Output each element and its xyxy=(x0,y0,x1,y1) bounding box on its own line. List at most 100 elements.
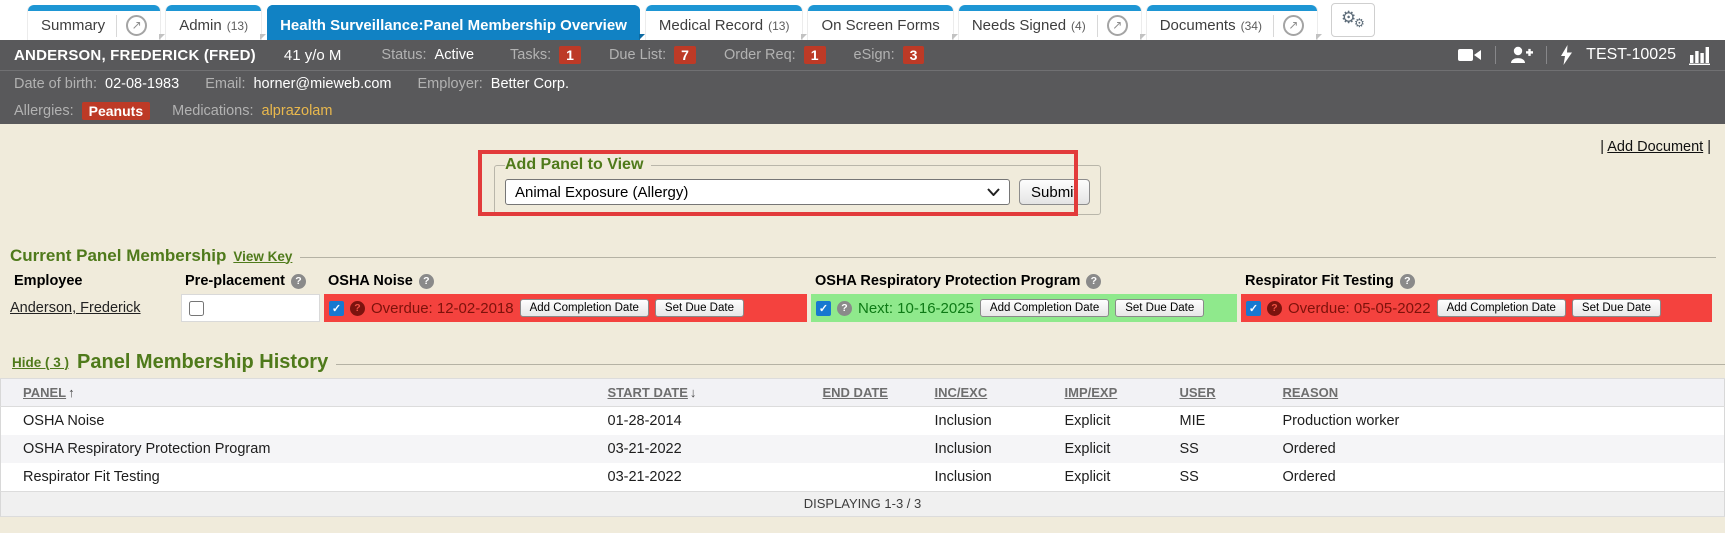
video-call-icon[interactable] xyxy=(1458,47,1482,63)
tab-health-surveillance[interactable]: Health Surveillance:Panel Membership Ove… xyxy=(267,5,640,40)
panel-member-checkbox[interactable]: ✓ xyxy=(816,301,831,316)
tab-divider xyxy=(116,15,117,37)
sort-reason-header[interactable]: REASON xyxy=(1283,385,1339,400)
cell-panel: Respirator Fit Testing xyxy=(1,463,586,491)
external-link-icon[interactable]: ↗ xyxy=(1283,15,1304,36)
cell-end-date xyxy=(801,435,913,463)
status-value: Active xyxy=(435,47,475,63)
sort-start-date-header[interactable]: START DATE xyxy=(608,385,688,400)
col-osha-respiratory: OSHA Respiratory Protection Program? xyxy=(811,269,1241,293)
osha-noise-cell: ✓ ? Overdue: 12-02-2018 Add Completion D… xyxy=(324,293,811,323)
sort-end-date-header[interactable]: END DATE xyxy=(823,385,888,400)
tab-documents[interactable]: Documents (34) ↗ xyxy=(1147,5,1317,40)
panel-select[interactable]: Animal Exposure (Allergy) xyxy=(505,179,1010,205)
preplacement-checkbox[interactable] xyxy=(189,301,204,316)
help-icon[interactable]: ? xyxy=(350,301,365,316)
add-completion-date-button[interactable]: Add Completion Date xyxy=(520,299,649,317)
help-icon[interactable]: ? xyxy=(1267,301,1282,316)
cell-reason: Ordered xyxy=(1261,435,1725,463)
tab-medical-record-label: Medical Record xyxy=(659,17,763,34)
set-due-date-button[interactable]: Set Due Date xyxy=(1115,299,1204,317)
employer-group: Employer: Better Corp. xyxy=(418,76,569,92)
cell-panel: OSHA Noise xyxy=(1,407,586,435)
help-icon[interactable]: ? xyxy=(291,274,306,289)
app-window: Summary ↗ Admin (13) Health Surveillance… xyxy=(0,0,1725,533)
add-completion-date-button[interactable]: Add Completion Date xyxy=(1437,299,1566,317)
history-title: Panel Membership History xyxy=(77,351,328,374)
hide-history-link[interactable]: Hide ( 3 ) xyxy=(12,355,69,370)
employee-row: Anderson, Frederick ✓ ? Overdue: 12-02-2… xyxy=(10,293,1716,323)
tab-summary-label: Summary xyxy=(41,17,105,34)
current-panel-heading: Current Panel Membership View Key xyxy=(10,246,1716,266)
heading-rule xyxy=(300,257,1716,258)
help-icon[interactable]: ? xyxy=(1400,274,1415,289)
current-panel-header-row: Employee Pre-placement? OSHA Noise? OSHA… xyxy=(10,269,1716,293)
sort-panel-header[interactable]: PANEL xyxy=(23,385,66,400)
view-key-link[interactable]: View Key xyxy=(233,249,292,264)
set-due-date-button[interactable]: Set Due Date xyxy=(1572,299,1661,317)
external-link-icon[interactable]: ↗ xyxy=(126,15,147,36)
col-osha-noise: OSHA Noise? xyxy=(324,269,811,293)
dob-group: Date of birth: 02-08-1983 xyxy=(14,76,179,92)
submit-button[interactable]: Submit xyxy=(1019,179,1090,205)
help-icon[interactable]: ? xyxy=(837,301,852,316)
allergies-label: Allergies: xyxy=(14,103,74,119)
sort-inc-exc-header[interactable]: INC/EXC xyxy=(935,385,988,400)
cell-reason: Ordered xyxy=(1261,463,1725,491)
pipe: | xyxy=(1600,139,1604,155)
sort-user-header[interactable]: USER xyxy=(1180,385,1216,400)
tab-needs-signed-count: (4) xyxy=(1071,19,1086,33)
tab-admin[interactable]: Admin (13) xyxy=(166,5,261,40)
tab-medical-record[interactable]: Medical Record (13) xyxy=(646,5,803,40)
patient-status: Status: Active xyxy=(381,47,474,63)
tab-on-screen-forms[interactable]: On Screen Forms xyxy=(808,5,952,40)
add-completion-date-button[interactable]: Add Completion Date xyxy=(980,299,1109,317)
tab-health-surveillance-label: Health Surveillance:Panel Membership Ove… xyxy=(280,17,627,34)
cell-start-date: 03-21-2022 xyxy=(586,463,801,491)
help-icon[interactable]: ? xyxy=(1086,274,1101,289)
help-icon[interactable]: ? xyxy=(419,274,434,289)
flowsheet-chart-icon[interactable] xyxy=(1689,46,1711,65)
panel-member-checkbox[interactable]: ✓ xyxy=(329,301,344,316)
order-req-count-badge[interactable]: 1 xyxy=(804,46,826,64)
email-value: horner@mieweb.com xyxy=(253,76,391,92)
tab-needs-signed[interactable]: Needs Signed (4) ↗ xyxy=(959,5,1141,40)
allergy-badge[interactable]: Peanuts xyxy=(82,102,150,120)
patient-header-bar: ANDERSON, FREDERICK (FRED) 41 y/o M Stat… xyxy=(0,40,1725,70)
history-row: Respirator Fit Testing 03-21-2022 Inclus… xyxy=(1,463,1725,491)
tasks-count-badge[interactable]: 1 xyxy=(559,46,581,64)
tab-settings-button[interactable]: ⚙ ⚙ xyxy=(1331,3,1375,37)
medication-link[interactable]: alprazolam xyxy=(262,103,333,119)
tab-documents-count: (34) xyxy=(1241,19,1262,33)
external-link-icon[interactable]: ↗ xyxy=(1107,15,1128,36)
medications-label: Medications: xyxy=(172,103,253,119)
panel-member-checkbox[interactable]: ✓ xyxy=(1246,301,1261,316)
due-list-count-badge[interactable]: 7 xyxy=(674,46,696,64)
employee-link[interactable]: Anderson, Frederick xyxy=(10,300,141,316)
add-document-link[interactable]: Add Document xyxy=(1607,139,1703,155)
email-group: Email: horner@mieweb.com xyxy=(205,76,391,92)
history-heading: Hide ( 3 ) Panel Membership History xyxy=(0,351,1725,374)
preplacement-cell xyxy=(181,293,324,323)
cell-user: SS xyxy=(1158,435,1261,463)
current-panel-title: Current Panel Membership xyxy=(10,246,226,266)
tab-divider xyxy=(1273,15,1274,37)
quick-action-lightning-icon[interactable] xyxy=(1560,45,1573,65)
cell-inc-exc: Inclusion xyxy=(913,463,1043,491)
patient-demographics-bar: Date of birth: 02-08-1983 Email: horner@… xyxy=(0,70,1725,97)
cell-imp-exp: Explicit xyxy=(1043,435,1158,463)
osha-noise-status: Overdue: 12-02-2018 xyxy=(371,300,514,317)
respirator-fit-cell: ✓ ? Overdue: 05-05-2022 Add Completion D… xyxy=(1241,293,1716,323)
tab-summary[interactable]: Summary ↗ xyxy=(28,5,160,40)
employer-value: Better Corp. xyxy=(491,76,569,92)
add-panel-fieldset: Add Panel to View Animal Exposure (Aller… xyxy=(494,156,1101,215)
allergies-group: Allergies: Peanuts xyxy=(14,102,150,120)
esign-count-badge[interactable]: 3 xyxy=(903,46,925,64)
add-person-icon[interactable] xyxy=(1509,46,1533,64)
set-due-date-button[interactable]: Set Due Date xyxy=(655,299,744,317)
sort-desc-icon: ↓ xyxy=(690,385,697,400)
cell-end-date xyxy=(801,407,913,435)
tab-needs-signed-label: Needs Signed xyxy=(972,17,1066,34)
heading-rule xyxy=(336,364,1725,365)
sort-imp-exp-header[interactable]: IMP/EXP xyxy=(1065,385,1118,400)
